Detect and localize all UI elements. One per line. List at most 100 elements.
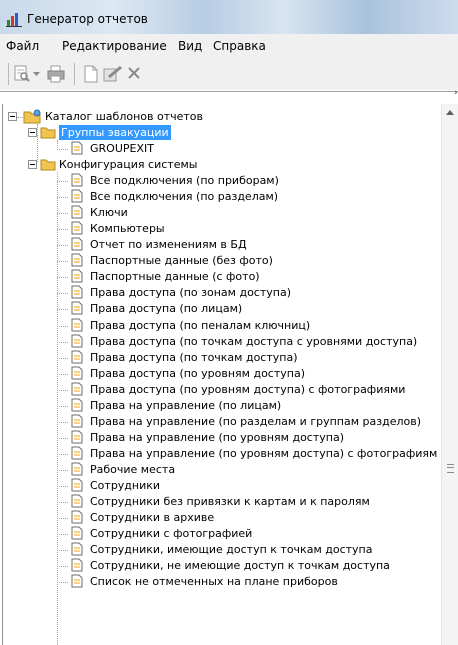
tree-item-report[interactable]: Сотрудники [57, 478, 447, 493]
tree-item-report[interactable]: Права доступа (по уровням доступа) с фот… [57, 382, 447, 397]
document-icon [71, 558, 83, 572]
report-label: Права на управление (по лицам) [90, 398, 282, 412]
folder-open-icon [40, 127, 56, 139]
tree-connector [57, 181, 68, 182]
folder-open-icon [40, 159, 56, 171]
tree-item-report[interactable]: Сотрудники, не имеющие доступ к точкам д… [57, 558, 447, 573]
report-label: Сотрудники в архиве [90, 511, 215, 525]
report-label: Права на управление (по уровням доступа) [90, 430, 344, 444]
tree-connector [57, 373, 68, 375]
tree-item-report[interactable]: Паспортные данные (без фото) [57, 253, 447, 268]
tree-item-report[interactable]: Права доступа (по точкам доступа) [57, 350, 447, 365]
tree-item-report[interactable]: Список не отмеченных на плане приборов [57, 574, 447, 589]
document-icon [71, 237, 83, 251]
report-label: Права доступа (по уровням доступа) [90, 366, 305, 380]
collapse-icon[interactable] [28, 128, 37, 137]
document-icon [71, 510, 83, 524]
tree-item-report[interactable]: Отчет по изменениям в БД [57, 237, 447, 252]
tree-item-report[interactable]: Права доступа (по пеналам ключниц) [57, 318, 447, 333]
tree-connector [57, 229, 68, 231]
tree-connector [57, 293, 68, 295]
tree-item-report[interactable]: GROUPEXIT [57, 141, 257, 156]
document-icon [71, 430, 83, 444]
tree-item-report[interactable]: Рабочие места [57, 462, 447, 477]
tree-item-report[interactable]: Все подключения (по приборам) [57, 173, 447, 188]
tree-connector [57, 502, 68, 503]
report-label: Права на управление (по уровням доступа)… [90, 446, 438, 460]
document-icon [71, 301, 83, 315]
edit-icon[interactable] [103, 65, 123, 83]
tree-item-report[interactable]: Права доступа (по лицам) [57, 301, 447, 316]
tree-item-report[interactable]: Компьютеры [57, 221, 447, 236]
tree-connector [57, 357, 68, 359]
report-label: Паспортные данные (без фото) [90, 254, 273, 268]
tree-connector [57, 566, 68, 568]
menu-file[interactable]: Файл [6, 39, 39, 53]
tree-item-report[interactable]: Сотрудники с фотографией [57, 526, 447, 541]
document-icon [71, 462, 83, 476]
toolbar-separator [8, 63, 9, 85]
window-title: Генератор отчетов [27, 12, 148, 26]
splitter[interactable] [0, 91, 458, 92]
tree-item-report[interactable]: Права на управление (по лицам) [57, 398, 447, 413]
delete-icon[interactable] [127, 66, 141, 80]
tree-connector [57, 149, 68, 150]
tree-connector [57, 245, 68, 247]
tree-connector [57, 469, 68, 471]
tree-item-report[interactable]: Сотрудники, имеющие доступ к точкам дост… [57, 542, 447, 557]
vertical-scrollbar[interactable] [441, 104, 458, 645]
tree-item-report[interactable]: Сотрудники в архиве [57, 510, 447, 525]
tree-item-report[interactable]: Ключи [57, 205, 447, 220]
report-preview-icon[interactable] [13, 65, 31, 83]
report-catalog-icon [23, 109, 41, 124]
scroll-thumb-grip-icon[interactable] [447, 464, 454, 473]
tree-item-report[interactable]: Права доступа (по зонам доступа) [57, 285, 447, 300]
tree-connector [57, 453, 68, 455]
report-label: Права доступа (по лицам) [90, 302, 243, 316]
tree-root[interactable]: Каталог шаблонов отчетов [8, 109, 268, 124]
scroll-up-arrow-icon[interactable] [446, 110, 454, 115]
tree-connector [57, 389, 68, 391]
tree-item-report[interactable]: Сотрудники без привязки к картам и к пар… [57, 494, 447, 509]
menu-help[interactable]: Справка [213, 39, 266, 53]
document-icon [71, 446, 83, 460]
report-label: Сотрудники, не имеющие доступ к точкам д… [90, 559, 390, 573]
splitter-arrow-icon: › [454, 88, 458, 98]
toolbar [0, 56, 458, 90]
collapse-icon[interactable] [8, 112, 17, 121]
report-label: Сотрудники без привязки к картам и к пар… [90, 495, 370, 508]
report-label: Все подключения (по разделам) [90, 190, 279, 203]
tree-connector [57, 421, 68, 423]
report-label: Права доступа (по точкам доступа с уровн… [90, 334, 418, 348]
dropdown-arrow-icon[interactable] [33, 72, 40, 77]
menu-edit[interactable]: Редактирование [62, 39, 167, 53]
tree-item-report[interactable]: Все подключения (по разделам) [57, 189, 447, 204]
tree-folder-system-configuration[interactable]: Конфигурация системы [28, 157, 258, 172]
report-label: Сотрудники [90, 478, 161, 492]
report-label: Компьютеры [90, 222, 165, 236]
document-icon [71, 253, 83, 267]
report-label: Рабочие места [90, 462, 176, 476]
tree-item-report[interactable]: Права на управление (по разделам и групп… [57, 414, 447, 429]
tree-item-report[interactable]: Права на управление (по уровням доступа) [57, 430, 447, 445]
tree-item-report[interactable]: Права доступа (по уровням доступа) [57, 366, 447, 381]
print-icon[interactable] [47, 65, 65, 83]
collapse-icon[interactable] [28, 160, 37, 169]
document-icon [71, 285, 83, 299]
tree-folder-evacuation-groups[interactable]: Группы эвакуации [28, 125, 248, 140]
document-icon [71, 398, 83, 412]
folder-label: Конфигурация системы [59, 158, 198, 171]
document-icon [71, 141, 83, 155]
tree-item-report[interactable]: Паспортные данные (с фото) [57, 269, 447, 284]
toolbar-separator [74, 63, 75, 85]
tree-connector [57, 277, 68, 279]
new-document-icon[interactable] [83, 65, 99, 83]
report-label: GROUPEXIT [90, 142, 154, 155]
report-label: Список не отмеченных на плане приборов [90, 575, 338, 589]
tree-item-report[interactable]: Права доступа (по точкам доступа с уровн… [57, 334, 447, 349]
document-icon [71, 494, 83, 508]
document-icon [71, 574, 83, 588]
tree-item-report[interactable]: Права на управление (по уровням доступа)… [57, 446, 447, 461]
menu-view[interactable]: Вид [178, 39, 202, 53]
document-icon [71, 334, 83, 347]
